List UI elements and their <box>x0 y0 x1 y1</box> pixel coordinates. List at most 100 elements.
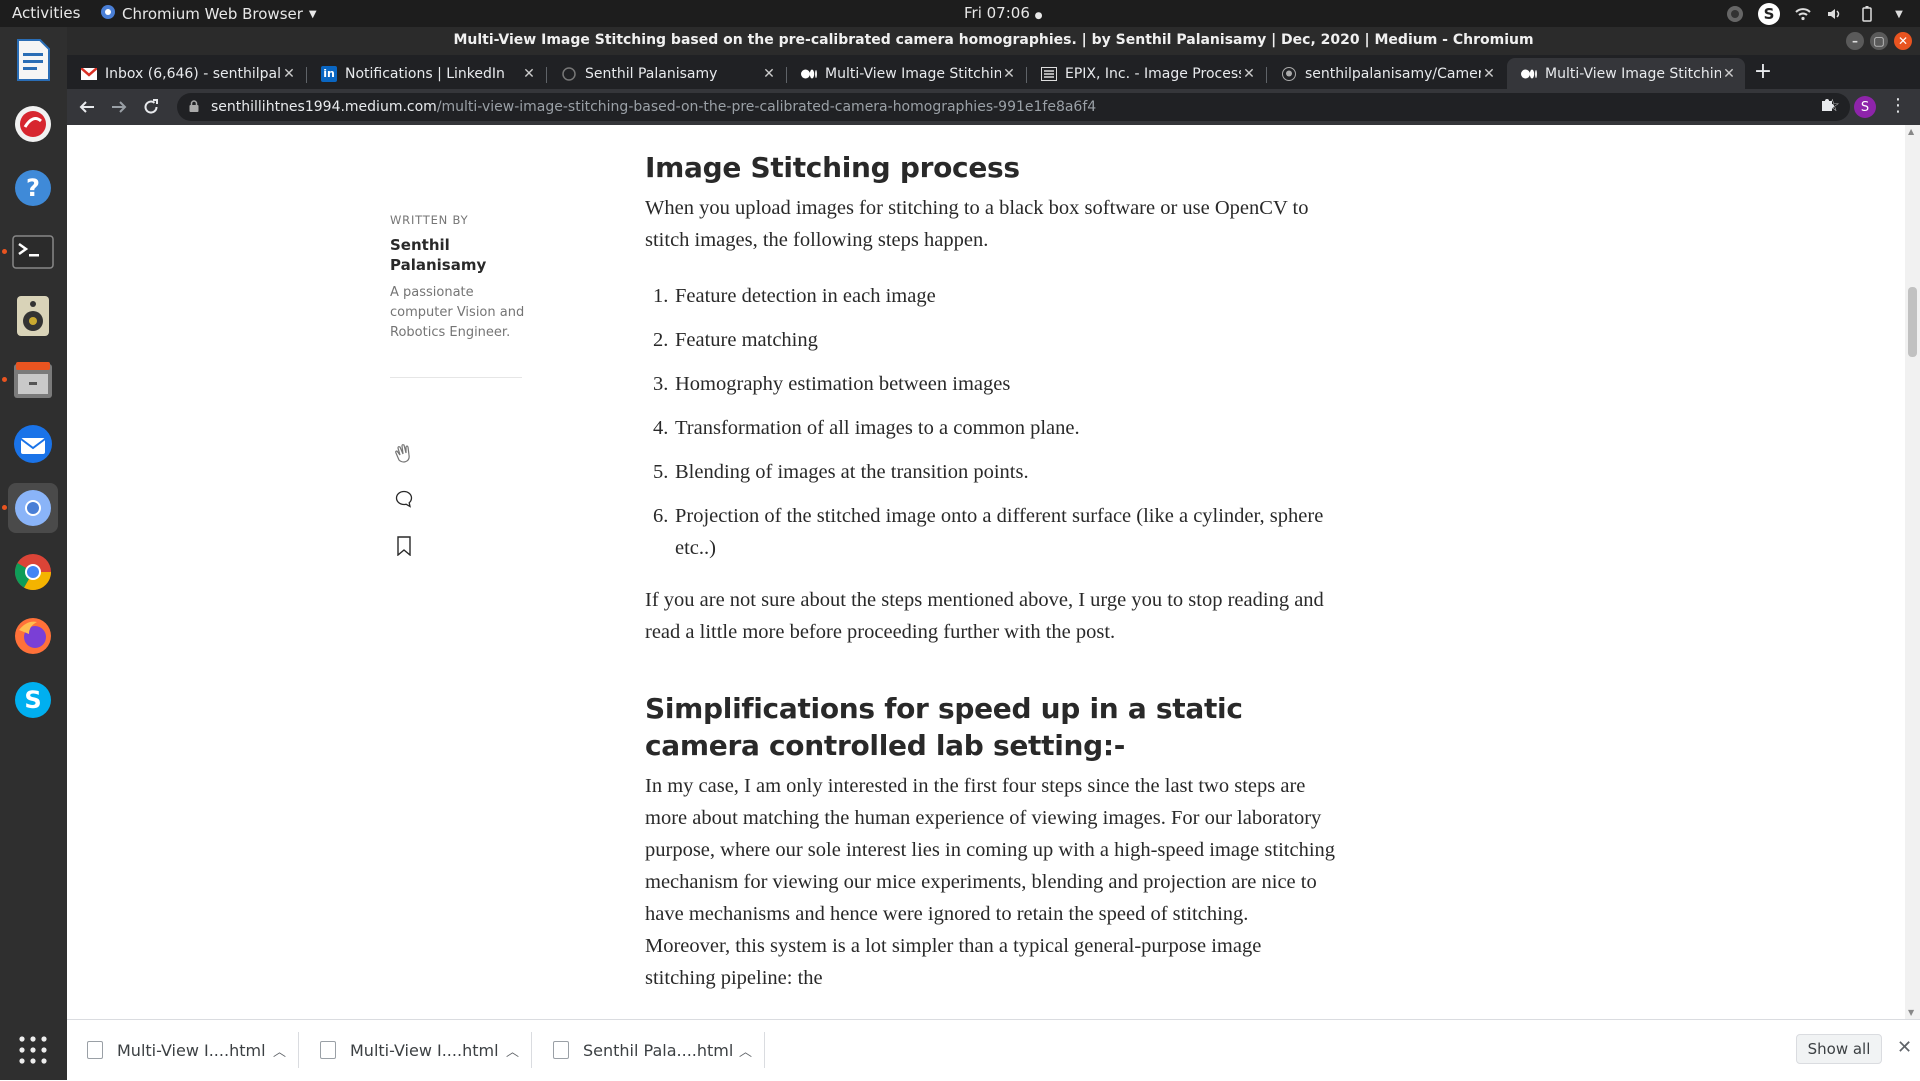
tab-label: Notifications | LinkedIn <box>345 65 505 82</box>
dock-firefox[interactable] <box>8 611 58 661</box>
url-host: senthillihtnes1994.medium.com <box>211 99 437 115</box>
close-tab-icon[interactable]: ✕ <box>281 66 297 82</box>
tab-label: EPIX, Inc. - Image Processi <box>1065 65 1241 82</box>
clap-icon[interactable] <box>392 441 416 465</box>
bookmark-icon[interactable] <box>392 534 416 558</box>
paragraph-simplifications: In my case, I am only interested in the … <box>645 775 1336 989</box>
chevron-up-icon[interactable]: ︿ <box>506 1041 519 1060</box>
maximize-button[interactable]: ▢ <box>1870 32 1888 50</box>
menu-kebab-icon[interactable]: ⋮ <box>1889 95 1907 116</box>
file-icon <box>320 1041 336 1059</box>
extensions-puzzle-icon[interactable] <box>1820 96 1836 116</box>
medium-icon <box>1521 66 1537 82</box>
dock-help[interactable]: ? <box>8 163 58 213</box>
section-heading-image-stitching: Image Stitching process <box>645 151 1020 184</box>
minimize-button[interactable]: – <box>1846 32 1864 50</box>
lock-icon[interactable] <box>189 99 203 115</box>
chevron-up-icon[interactable]: ︿ <box>273 1041 286 1060</box>
download-item[interactable]: Multi-View I....html ︿ <box>300 1032 532 1068</box>
skype-icon: S <box>15 682 51 718</box>
running-indicator <box>2 249 7 254</box>
list-item: 2. Feature matching <box>645 324 1335 356</box>
tab-label: Inbox (6,646) - senthilpala <box>105 65 281 82</box>
battery-icon[interactable] <box>1858 5 1876 23</box>
arrow-right-icon <box>112 101 127 113</box>
reload-icon <box>144 99 158 114</box>
chromium-icon <box>100 4 116 24</box>
address-bar[interactable]: senthillihtnes1994.medium.com/multi-view… <box>177 93 1850 121</box>
music-app-icon <box>15 106 51 142</box>
list-item: 3. Homography estimation between images <box>645 368 1335 400</box>
vpn-globe-icon[interactable] <box>1726 5 1744 23</box>
list-number: 6. <box>653 505 669 527</box>
list-item-text: Transformation of all images to a common… <box>675 417 1080 439</box>
window-title: Multi-View Image Stitching based on the … <box>453 32 1534 48</box>
dock-speaker-app[interactable] <box>8 291 58 341</box>
system-menu-chevron-icon[interactable]: ▼ <box>1890 5 1908 23</box>
close-shelf-icon[interactable]: ✕ <box>1897 1037 1912 1058</box>
profile-avatar[interactable]: S <box>1854 96 1876 118</box>
dock-writer[interactable] <box>8 35 58 85</box>
dock-rhythmbox[interactable] <box>8 99 58 149</box>
close-tab-icon[interactable]: ✕ <box>1721 66 1737 82</box>
system-tray[interactable]: S ▼ <box>1726 3 1908 25</box>
volume-icon[interactable] <box>1826 5 1844 23</box>
dock-skype[interactable]: S <box>8 675 58 725</box>
sidebar-divider <box>390 377 522 378</box>
activities-button[interactable]: Activities <box>12 4 80 22</box>
forward-button[interactable] <box>107 95 131 119</box>
chromium-icon <box>15 490 51 526</box>
wifi-icon[interactable] <box>1794 5 1812 23</box>
list-item-text: Feature detection in each image <box>675 285 936 307</box>
comment-icon[interactable] <box>392 487 416 511</box>
file-icon <box>553 1041 569 1059</box>
scrollbar-thumb[interactable] <box>1908 287 1917 357</box>
list-item-text: Feature matching <box>675 329 818 351</box>
app-menu[interactable]: Chromium Web Browser ▼ <box>100 4 317 24</box>
tab-personal-site[interactable]: Senthil Palanisamy ✕ <box>547 58 785 89</box>
list-number: 5. <box>653 461 669 483</box>
page-scrollbar[interactable]: ▲ ▼ <box>1905 125 1920 1019</box>
dock-chromium[interactable] <box>2 483 58 533</box>
tab-github[interactable]: senthilpalanisamy/Camer ✕ <box>1267 58 1505 89</box>
article-body: Image Stitching process When you upload … <box>645 125 1335 994</box>
tab-medium-article-active[interactable]: Multi-View Image Stitching ✕ <box>1507 58 1745 89</box>
scroll-down-arrow-icon[interactable]: ▼ <box>1908 1008 1914 1017</box>
url-path: /multi-view-image-stitching-based-on-the… <box>436 99 1097 115</box>
dock-chrome[interactable] <box>8 547 58 597</box>
dock-files[interactable] <box>2 355 58 405</box>
skype-tray-icon[interactable]: S <box>1758 3 1780 25</box>
clock[interactable]: Fri 07:06 ● <box>964 4 1043 22</box>
scroll-up-arrow-icon[interactable]: ▲ <box>1908 127 1914 136</box>
author-bio: A passionate computer Vision and Robotic… <box>390 285 525 340</box>
download-filename: Multi-View I....html <box>350 1040 499 1060</box>
file-icon <box>87 1041 103 1059</box>
close-window-button[interactable]: ✕ <box>1894 32 1912 50</box>
dock-thunderbird[interactable] <box>8 419 58 469</box>
close-tab-icon[interactable]: ✕ <box>761 66 777 82</box>
tab-label: Senthil Palanisamy <box>585 65 718 82</box>
show-all-downloads-button[interactable]: Show all <box>1796 1034 1882 1064</box>
download-item[interactable]: Multi-View I....html ︿ <box>67 1032 299 1068</box>
url-text: senthillihtnes1994.medium.com/multi-view… <box>211 99 1096 115</box>
download-item[interactable]: Senthil Pala....html ︿ <box>533 1032 765 1068</box>
firefox-icon <box>15 618 51 654</box>
tab-gmail[interactable]: Inbox (6,646) - senthilpala ✕ <box>67 58 305 89</box>
reload-button[interactable] <box>139 95 163 119</box>
close-tab-icon[interactable]: ✕ <box>1241 66 1257 82</box>
close-tab-icon[interactable]: ✕ <box>1001 66 1017 82</box>
window-title-bar[interactable]: Multi-View Image Stitching based on the … <box>67 27 1920 55</box>
tab-linkedin[interactable]: in Notifications | LinkedIn ✕ <box>307 58 545 89</box>
tab-epix[interactable]: EPIX, Inc. - Image Processi ✕ <box>1027 58 1265 89</box>
new-tab-button[interactable]: + <box>1750 59 1776 84</box>
close-tab-icon[interactable]: ✕ <box>521 66 537 82</box>
tab-medium-article[interactable]: Multi-View Image Stitching ✕ <box>787 58 1025 89</box>
back-button[interactable] <box>75 95 99 119</box>
dock-terminal[interactable] <box>2 227 58 277</box>
author-name[interactable]: Senthil Palanisamy <box>390 235 530 275</box>
chevron-up-icon[interactable]: ︿ <box>739 1041 752 1060</box>
thunderbird-icon <box>14 425 52 463</box>
close-tab-icon[interactable]: ✕ <box>1481 66 1497 82</box>
paragraph-after-steps: If you are not sure about the steps ment… <box>645 589 1324 643</box>
dock-show-apps[interactable] <box>8 1025 58 1075</box>
